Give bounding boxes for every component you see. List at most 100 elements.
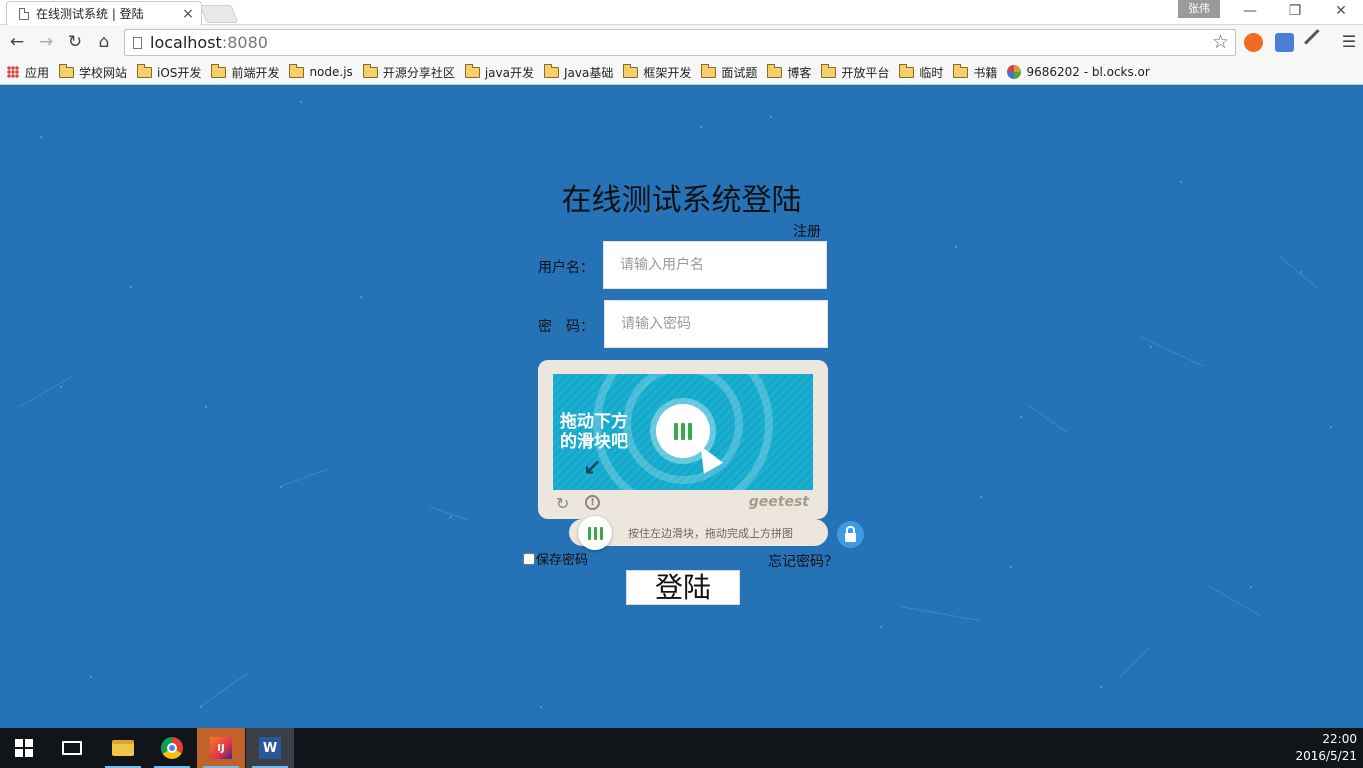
- background-dot: [205, 406, 207, 408]
- windows-icon: [15, 739, 33, 757]
- word-icon: W: [259, 737, 281, 759]
- background-line: [1139, 336, 1204, 367]
- start-button[interactable]: [0, 728, 48, 768]
- password-input[interactable]: [604, 300, 828, 348]
- translate-icon[interactable]: [1275, 33, 1294, 52]
- background-dot: [1330, 426, 1332, 428]
- folder-icon: [464, 63, 480, 78]
- captcha-panel: 拖动下方 的滑块吧 ↙ ↻ ! geetest: [538, 360, 828, 519]
- intellij-button[interactable]: IJ: [197, 728, 245, 768]
- task-view-icon: [62, 741, 82, 755]
- tab-close-icon[interactable]: ×: [181, 6, 195, 22]
- folder-icon: [953, 63, 969, 78]
- folder-icon: [899, 63, 915, 78]
- remember-label: 保存密码: [536, 553, 589, 568]
- task-view-button[interactable]: [48, 728, 96, 768]
- folder-icon: [112, 740, 134, 756]
- menu-icon[interactable]: ☰: [1338, 31, 1360, 53]
- page-icon: [19, 7, 29, 20]
- eyedropper-icon[interactable]: [1304, 29, 1331, 56]
- bookmark-item[interactable]: iOS开发: [137, 63, 202, 81]
- bookmark-item[interactable]: 书籍: [953, 63, 998, 81]
- bookmark-label: node.js: [309, 65, 353, 79]
- file-explorer-button[interactable]: [99, 728, 147, 768]
- bookmark-item[interactable]: 框架开发: [623, 63, 691, 81]
- forward-button[interactable]: →: [35, 31, 57, 53]
- bookmark-item[interactable]: 开放平台: [821, 63, 890, 81]
- bookmark-item[interactable]: 开源分享社区: [362, 63, 455, 81]
- reload-button[interactable]: ↻: [64, 31, 86, 53]
- captcha-footer: ↻ ! geetest: [553, 494, 813, 514]
- minimize-button[interactable]: —: [1230, 0, 1270, 24]
- refresh-icon[interactable]: ↻: [556, 494, 569, 513]
- username-input[interactable]: [603, 241, 827, 289]
- background-dot: [60, 386, 62, 388]
- bookmark-label: java开发: [484, 65, 534, 80]
- background-line: [429, 506, 468, 521]
- page-title: 在线测试系统登陆: [561, 183, 802, 218]
- captcha-lock-button[interactable]: [837, 521, 864, 548]
- folder-icon: [821, 63, 837, 78]
- clock-date: 2016/5/21: [1295, 749, 1357, 763]
- intellij-icon: IJ: [210, 737, 232, 759]
- background-dot: [300, 101, 302, 103]
- folder-icon: [623, 63, 639, 78]
- background-dot: [700, 126, 702, 128]
- remember-password[interactable]: 保存密码: [523, 549, 588, 568]
- system-clock[interactable]: 22:00 2016/5/21: [1295, 731, 1357, 765]
- bookmark-star-icon[interactable]: ☆: [1212, 31, 1229, 53]
- profile-badge[interactable]: 张伟: [1178, 0, 1220, 18]
- background-dot: [980, 496, 982, 498]
- background-dot: [1100, 686, 1102, 688]
- bookmark-label: 书籍: [973, 65, 998, 80]
- bookmark-label: 开放平台: [841, 65, 890, 80]
- chrome-icon: [161, 737, 183, 759]
- bookmark-item[interactable]: 应用: [7, 64, 49, 81]
- background-dot: [880, 626, 882, 628]
- new-tab-button[interactable]: [199, 5, 239, 23]
- bookmark-item[interactable]: 面试题: [701, 63, 757, 81]
- background-dot: [955, 246, 957, 248]
- browser-tab[interactable]: 在线测试系统 | 登陆 ×: [6, 1, 202, 25]
- bookmark-item[interactable]: Java基础: [543, 63, 614, 81]
- captcha-prompt: 拖动下方 的滑块吧: [560, 412, 628, 452]
- captcha-slider-handle[interactable]: [578, 516, 612, 550]
- bookmark-label: Java基础: [563, 65, 614, 80]
- bookmark-item[interactable]: 临时: [899, 63, 944, 81]
- bookmark-label: iOS开发: [157, 65, 202, 80]
- chrome-button[interactable]: [148, 728, 196, 768]
- bookmark-item[interactable]: 9686202 - bl.ocks.or: [1007, 65, 1150, 79]
- background-line: [1279, 256, 1319, 289]
- background-line: [1209, 586, 1262, 617]
- bookmark-item[interactable]: node.js: [289, 63, 353, 79]
- background-dot: [1150, 346, 1152, 348]
- bookmark-label: 博客: [787, 65, 812, 80]
- login-page: 在线测试系统登陆 注册 用户名： 密 码： 拖动下方 的滑块吧 ↙ ↻ ! ge…: [0, 86, 1363, 728]
- bookmark-label: 9686202 - bl.ocks.or: [1026, 65, 1150, 79]
- remember-checkbox[interactable]: [523, 552, 535, 565]
- login-button[interactable]: 登陆: [626, 570, 740, 605]
- browser-toolbar: ← → ↻ ⌂ localhost:8080 ☆ ☰: [0, 25, 1363, 60]
- bookmark-label: 应用: [25, 65, 50, 80]
- username-label: 用户名：: [538, 260, 594, 276]
- address-bar[interactable]: localhost:8080 ☆: [124, 29, 1236, 56]
- back-button[interactable]: ←: [6, 31, 28, 53]
- bookmark-item[interactable]: 学校网站: [59, 63, 127, 81]
- word-button[interactable]: W: [246, 728, 294, 768]
- background-dot: [540, 706, 542, 708]
- geetest-logo: geetest: [748, 494, 809, 510]
- register-link[interactable]: 注册: [793, 221, 821, 241]
- extension-orange-icon[interactable]: [1244, 33, 1263, 52]
- taskbar: IJ W 22:00 2016/5/21: [0, 728, 1363, 768]
- bookmark-item[interactable]: 前端开发: [211, 63, 279, 81]
- background-dot: [90, 676, 92, 678]
- forgot-password-link[interactable]: 忘记密码？: [768, 551, 838, 571]
- bookmark-item[interactable]: java开发: [464, 63, 534, 81]
- info-icon[interactable]: !: [585, 495, 600, 510]
- bookmark-label: 临时: [919, 65, 944, 80]
- bookmarks-bar: 应用 学校网站 iOS开发 前端开发 node.js 开源分享社区 java开发 Java基础…: [0, 60, 1363, 85]
- close-window-button[interactable]: ✕: [1321, 0, 1361, 24]
- home-button[interactable]: ⌂: [93, 31, 115, 53]
- restore-button[interactable]: ❐: [1275, 0, 1315, 24]
- bookmark-item[interactable]: 博客: [767, 63, 812, 81]
